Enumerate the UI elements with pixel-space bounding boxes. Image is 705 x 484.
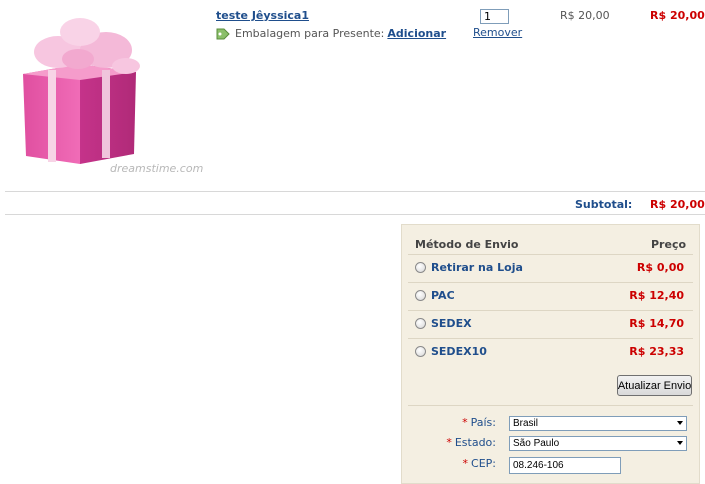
shipping-option-label: SEDEX — [431, 317, 472, 330]
product-image[interactable]: dreamstime.com — [18, 14, 208, 179]
shipping-option-retirar[interactable]: Retirar na Loja — [415, 261, 523, 274]
radio-button[interactable] — [415, 262, 426, 273]
subtotal-label: Subtotal: — [575, 198, 633, 211]
required-mark: * — [462, 416, 468, 429]
shipping-option-price: R$ 23,33 — [629, 345, 684, 358]
divider — [408, 254, 693, 255]
shipping-option-sedex10[interactable]: SEDEX10 — [415, 345, 487, 358]
divider — [408, 282, 693, 283]
required-mark: * — [462, 457, 469, 470]
state-label: * Estado: — [446, 436, 496, 449]
update-shipping-button[interactable]: Atualizar Envio — [617, 375, 692, 396]
shipping-option-price: R$ 14,70 — [629, 317, 684, 330]
chevron-down-icon — [677, 441, 683, 445]
gift-wrap-row: Embalagem para Presente: Adicionar — [216, 27, 446, 40]
chevron-down-icon — [677, 421, 683, 425]
gift-wrap-label: Embalagem para Presente: — [235, 27, 385, 40]
divider — [5, 214, 705, 215]
divider — [5, 191, 705, 192]
shipping-price-header: Preço — [651, 238, 687, 251]
country-label: * País: — [462, 416, 496, 429]
shipping-option-pac[interactable]: PAC — [415, 289, 455, 302]
quantity-input[interactable] — [480, 9, 509, 24]
cep-input[interactable] — [509, 457, 621, 474]
product-name-link[interactable]: teste Jêyssica1 — [216, 9, 309, 22]
divider — [408, 310, 693, 311]
radio-button[interactable] — [415, 290, 426, 301]
shipping-method-header: Método de Envio — [415, 238, 519, 251]
unit-price: R$ 20,00 — [560, 9, 610, 22]
shipping-option-label: SEDEX10 — [431, 345, 487, 358]
gift-wrap-add-link[interactable]: Adicionar — [387, 27, 446, 40]
divider — [408, 405, 693, 406]
shipping-option-price: R$ 0,00 — [636, 261, 684, 274]
cep-label: * CEP: — [462, 457, 496, 470]
remove-link[interactable]: Remover — [473, 26, 522, 39]
image-watermark: dreamstime.com — [110, 162, 203, 175]
shipping-option-sedex[interactable]: SEDEX — [415, 317, 472, 330]
state-select[interactable]: São Paulo — [509, 436, 687, 451]
country-select[interactable]: Brasil — [509, 416, 687, 431]
item-total-price: R$ 20,00 — [650, 9, 705, 22]
radio-button[interactable] — [415, 318, 426, 329]
divider — [408, 338, 693, 339]
shipping-option-price: R$ 12,40 — [629, 289, 684, 302]
required-mark: * — [446, 436, 452, 449]
tag-icon — [216, 28, 230, 39]
radio-button[interactable] — [415, 346, 426, 357]
shipping-option-label: PAC — [431, 289, 455, 302]
shipping-option-label: Retirar na Loja — [431, 261, 523, 274]
subtotal-value: R$ 20,00 — [650, 198, 705, 211]
